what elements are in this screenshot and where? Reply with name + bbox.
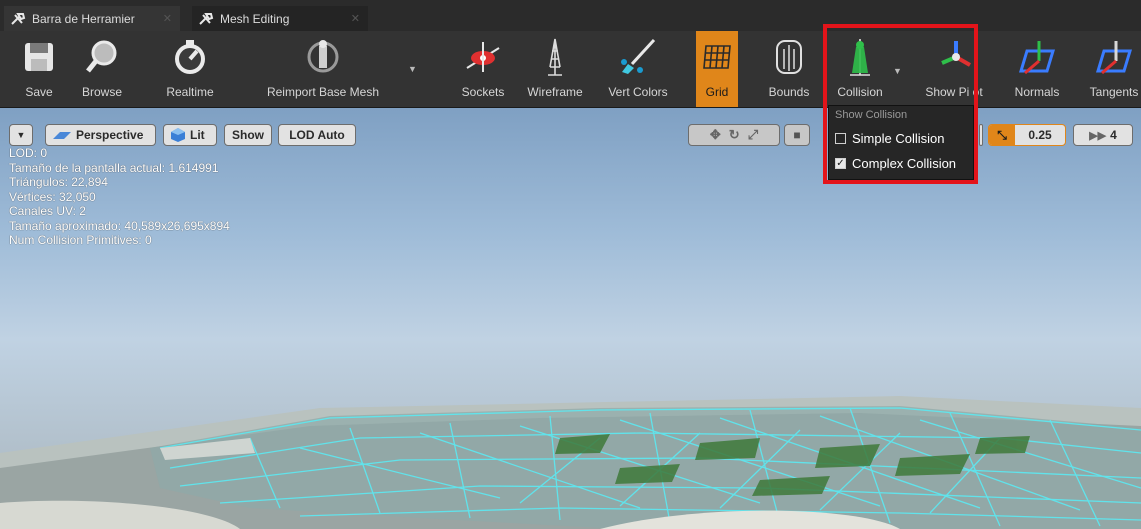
toggle-edge[interactable]: [979, 124, 983, 146]
paintbrush-icon: [616, 35, 660, 79]
chevron-down-icon[interactable]: ▼: [408, 64, 417, 74]
perspective-icon: [53, 132, 71, 139]
cube-icon: ■: [793, 128, 801, 142]
show-label: Show: [232, 128, 264, 142]
realtime-button[interactable]: Realtime: [160, 31, 220, 107]
wireframe-label: Wireframe: [527, 85, 583, 99]
socket-icon: [461, 35, 505, 79]
wrench-icon: [11, 12, 26, 25]
camera-speed-value: 4: [1110, 128, 1117, 142]
show-button[interactable]: Show: [224, 124, 272, 146]
save-label: Save: [25, 85, 53, 99]
viewport-options-button[interactable]: ▼: [9, 124, 33, 146]
tangents-icon: [1092, 35, 1136, 79]
grid-button[interactable]: Grid: [696, 31, 738, 107]
browse-button[interactable]: Browse: [74, 31, 130, 107]
lit-label: Lit: [190, 128, 205, 142]
normals-button[interactable]: Normals: [1008, 31, 1066, 107]
tab-toolbar[interactable]: Barra de Herramier ✕: [4, 6, 180, 31]
surface-snap-button[interactable]: ■: [784, 124, 810, 146]
sockets-button[interactable]: Sockets: [456, 31, 510, 107]
stat-screen-size: Tamaño de la pantalla actual: 1.614991: [9, 160, 219, 175]
tab-label: Barra de Herramier: [32, 11, 135, 26]
chevron-down-icon: ▼: [16, 130, 26, 140]
stopwatch-icon: [168, 35, 212, 79]
close-icon[interactable]: ✕: [351, 12, 360, 25]
wireframe-icon: [533, 35, 577, 79]
scale-snap-button[interactable]: ⤡ 0.25: [988, 124, 1066, 146]
reimport-button[interactable]: Reimport Base Mesh: [254, 31, 392, 107]
bounds-label: Bounds: [768, 85, 810, 99]
bounds-icon: [767, 35, 811, 79]
lit-button[interactable]: Lit: [163, 124, 217, 146]
wireframe-button[interactable]: Wireframe: [524, 31, 586, 107]
stat-collision-primitives: Num Collision Primitives: 0: [9, 233, 152, 247]
magnifier-icon: [80, 35, 124, 79]
scale-snap-value: 0.25: [1028, 128, 1052, 142]
stat-uv-channels: Canales UV: 2: [9, 204, 86, 218]
lod-label: LOD Auto: [289, 128, 345, 142]
highlight-box: [823, 24, 978, 184]
save-button[interactable]: Save: [14, 31, 64, 107]
vert-colors-label: Vert Colors: [608, 85, 668, 99]
save-icon: [17, 35, 61, 79]
grid-icon: [695, 35, 739, 79]
tab-mesh-editing[interactable]: Mesh Editing ✕: [192, 6, 368, 31]
mesh-stats: LOD: 0 Tamaño de la pantalla actual: 1.6…: [9, 146, 230, 248]
wrench-icon: [199, 12, 214, 25]
stat-approx-size: Tamaño aproximado: 40,589x26,695x894: [9, 218, 230, 233]
camera-speed-button[interactable]: ▶▶ 4: [1073, 124, 1133, 146]
scale-icon[interactable]: ⤢: [748, 127, 758, 143]
bounds-button[interactable]: Bounds: [764, 31, 814, 107]
normals-label: Normals: [1014, 85, 1060, 99]
perspective-label: Perspective: [76, 128, 144, 142]
reimport-mesh-icon: [301, 35, 345, 79]
stat-vertices: Vértices: 32,050: [9, 189, 96, 204]
normals-icon: [1015, 35, 1059, 79]
lit-sphere-icon: [171, 128, 185, 142]
sockets-label: Sockets: [461, 85, 505, 99]
perspective-button[interactable]: Perspective: [45, 124, 156, 146]
translate-icon[interactable]: ✥: [710, 127, 721, 143]
camera-speed-icon: ▶▶: [1089, 129, 1107, 142]
tab-label: Mesh Editing: [220, 11, 290, 26]
realtime-label: Realtime: [166, 85, 214, 99]
vert-colors-button[interactable]: Vert Colors: [596, 31, 680, 107]
grid-label: Grid: [705, 85, 729, 99]
tangents-button[interactable]: Tangents: [1082, 31, 1141, 107]
browse-label: Browse: [81, 85, 122, 99]
transform-tools[interactable]: ✥ ↻ ⤢: [688, 124, 780, 146]
scale-snap-icon: ⤡: [989, 125, 1015, 145]
lod-button[interactable]: LOD Auto: [278, 124, 356, 146]
reimport-label: Reimport Base Mesh: [266, 85, 380, 99]
close-icon[interactable]: ✕: [163, 12, 172, 25]
rotate-icon[interactable]: ↻: [729, 127, 740, 143]
stat-triangles: Triángulos: 22,894: [9, 175, 108, 189]
stat-lod: LOD: 0: [9, 146, 48, 160]
tangents-label: Tangents: [1089, 85, 1139, 99]
